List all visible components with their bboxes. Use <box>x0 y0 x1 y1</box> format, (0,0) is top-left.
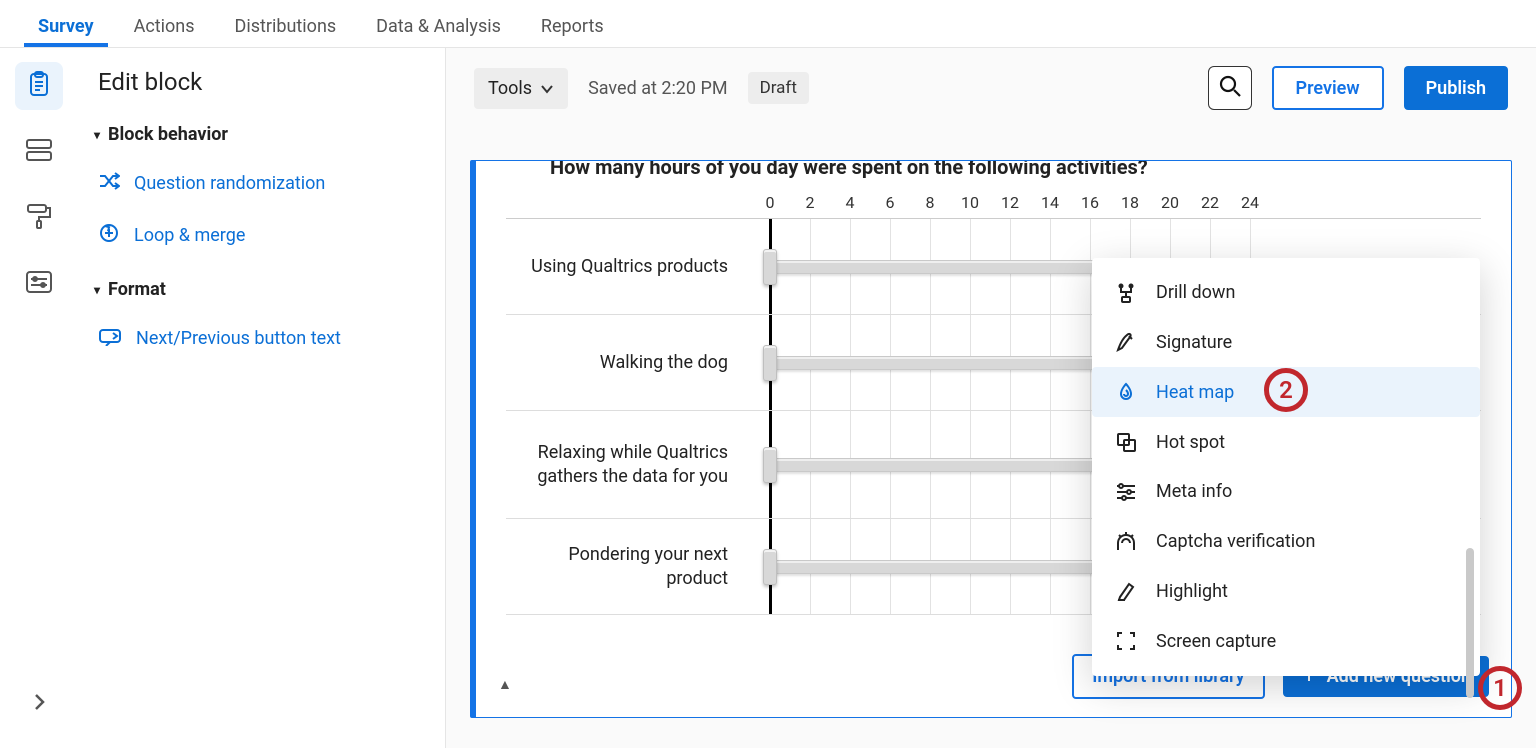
slider-handle[interactable] <box>763 249 777 285</box>
axis-tick: 18 <box>1110 193 1150 212</box>
slider-row-label: Using Qualtrics products <box>506 239 750 294</box>
draft-chip: Draft <box>748 72 809 104</box>
shuffle-icon <box>98 171 120 196</box>
rail-item-look[interactable] <box>15 194 63 242</box>
qtype-item-label: Screen capture <box>1156 631 1276 652</box>
chevron-right-icon <box>32 693 46 715</box>
axis-tick: 16 <box>1070 193 1110 212</box>
loop-icon <box>98 222 120 249</box>
tab-distributions[interactable]: Distributions <box>221 4 351 47</box>
qtype-item-label: Highlight <box>1156 581 1228 602</box>
panel-title: Edit block <box>98 68 417 96</box>
qtype-item-label: Drill down <box>1156 282 1235 303</box>
qtype-item-metainfo[interactable]: Meta info <box>1092 467 1480 516</box>
rail-item-block[interactable] <box>15 128 63 176</box>
tab-survey[interactable]: Survey <box>24 4 108 47</box>
rail-item-survey[interactable] <box>15 62 63 110</box>
tools-button[interactable]: Tools <box>474 68 568 109</box>
slider-axis: 0 2 4 6 8 10 12 14 16 18 20 22 24 <box>750 193 1481 212</box>
axis-tick: 24 <box>1230 193 1270 212</box>
qtype-item-label: Heat map <box>1156 382 1234 403</box>
link-loop-merge[interactable]: Loop & merge <box>94 214 417 257</box>
callout-1: 1 <box>1478 666 1522 710</box>
preview-button[interactable]: Preview <box>1272 66 1384 110</box>
clipboard-icon <box>27 71 51 101</box>
hotspot-icon <box>1114 431 1138 453</box>
slider-handle[interactable] <box>763 549 777 585</box>
tab-reports[interactable]: Reports <box>527 4 618 47</box>
highlight-icon <box>1114 580 1138 602</box>
caret-down-icon: ▾ <box>94 128 100 142</box>
rail-expand[interactable] <box>15 680 63 728</box>
search-icon <box>1219 75 1241 101</box>
signature-icon <box>1114 331 1138 353</box>
screencap-icon <box>1114 630 1138 652</box>
axis-tick: 14 <box>1030 193 1070 212</box>
chevron-down-icon <box>540 78 554 99</box>
link-nav-button-text[interactable]: Next/Previous button text <box>94 318 417 359</box>
publish-button[interactable]: Publish <box>1404 66 1508 110</box>
scrollbar-thumb[interactable] <box>1466 548 1474 698</box>
main-tabs: Survey Actions Distributions Data & Anal… <box>0 0 1536 48</box>
axis-tick: 2 <box>790 193 830 212</box>
qtype-item-screencap[interactable]: Screen capture <box>1092 616 1480 666</box>
caret-down-icon: ▾ <box>94 283 100 297</box>
qtype-item-captcha[interactable]: Captcha verification <box>1092 516 1480 566</box>
axis-tick: 8 <box>910 193 950 212</box>
link-label: Loop & merge <box>134 225 245 246</box>
question-type-menu: Drill down Signature Heat map Hot spot Meta … <box>1092 258 1480 676</box>
axis-tick: 10 <box>950 193 990 212</box>
options-icon <box>26 271 52 297</box>
section-format[interactable]: ▾ Format <box>94 279 417 300</box>
qtype-item-drilldown[interactable]: Drill down <box>1092 268 1480 317</box>
link-label: Next/Previous button text <box>136 328 341 349</box>
section-label: Format <box>108 279 166 300</box>
section-label: Block behavior <box>108 124 228 145</box>
paint-roller-icon <box>26 203 52 233</box>
metainfo-icon <box>1114 482 1138 502</box>
link-question-randomization[interactable]: Question randomization <box>94 163 417 204</box>
qtype-item-label: Hot spot <box>1156 432 1225 453</box>
tab-data-analysis[interactable]: Data & Analysis <box>362 4 515 47</box>
saved-status: Saved at 2:20 PM <box>588 78 728 99</box>
edit-block-panel: Edit block ▾ Block behavior Question ran… <box>78 48 446 748</box>
search-button[interactable] <box>1208 66 1252 110</box>
rail-item-options[interactable] <box>15 260 63 308</box>
axis-tick: 4 <box>830 193 870 212</box>
qtype-item-signature[interactable]: Signature <box>1092 317 1480 367</box>
slider-handle[interactable] <box>763 345 777 381</box>
qtype-item-label: Captcha verification <box>1156 531 1315 552</box>
axis-tick: 12 <box>990 193 1030 212</box>
qtype-item-label: Meta info <box>1156 481 1232 502</box>
heatmap-icon <box>1114 381 1138 403</box>
axis-tick: 0 <box>750 193 790 212</box>
axis-tick: 6 <box>870 193 910 212</box>
captcha-icon <box>1114 530 1138 552</box>
slider-row-label: Pondering your next product <box>506 527 750 606</box>
callout-2: 2 <box>1264 368 1308 412</box>
link-label: Question randomization <box>134 173 325 194</box>
qtype-item-label: Signature <box>1156 332 1232 353</box>
slider-row-label: Walking the dog <box>506 335 750 390</box>
left-rail <box>0 48 78 748</box>
drilldown-icon <box>1114 283 1138 303</box>
editor-area: Tools Saved at 2:20 PM Draft Preview Pub… <box>446 48 1536 748</box>
qtype-item-hotspot[interactable]: Hot spot <box>1092 417 1480 467</box>
axis-tick: 20 <box>1150 193 1190 212</box>
tools-label: Tools <box>488 78 532 99</box>
qtype-item-highlight[interactable]: Highlight <box>1092 566 1480 616</box>
question-title[interactable]: How many hours of you day were spent on … <box>476 160 1511 187</box>
axis-tick: 22 <box>1190 193 1230 212</box>
nav-text-icon <box>98 326 122 351</box>
section-block-behavior[interactable]: ▾ Block behavior <box>94 124 417 145</box>
editor-toolbar: Tools Saved at 2:20 PM Draft Preview Pub… <box>446 48 1536 120</box>
slider-row-label: Relaxing while Qualtrics gathers the dat… <box>506 425 750 504</box>
tab-actions[interactable]: Actions <box>120 4 209 47</box>
slider-handle[interactable] <box>763 447 777 483</box>
block-icon <box>26 139 52 165</box>
